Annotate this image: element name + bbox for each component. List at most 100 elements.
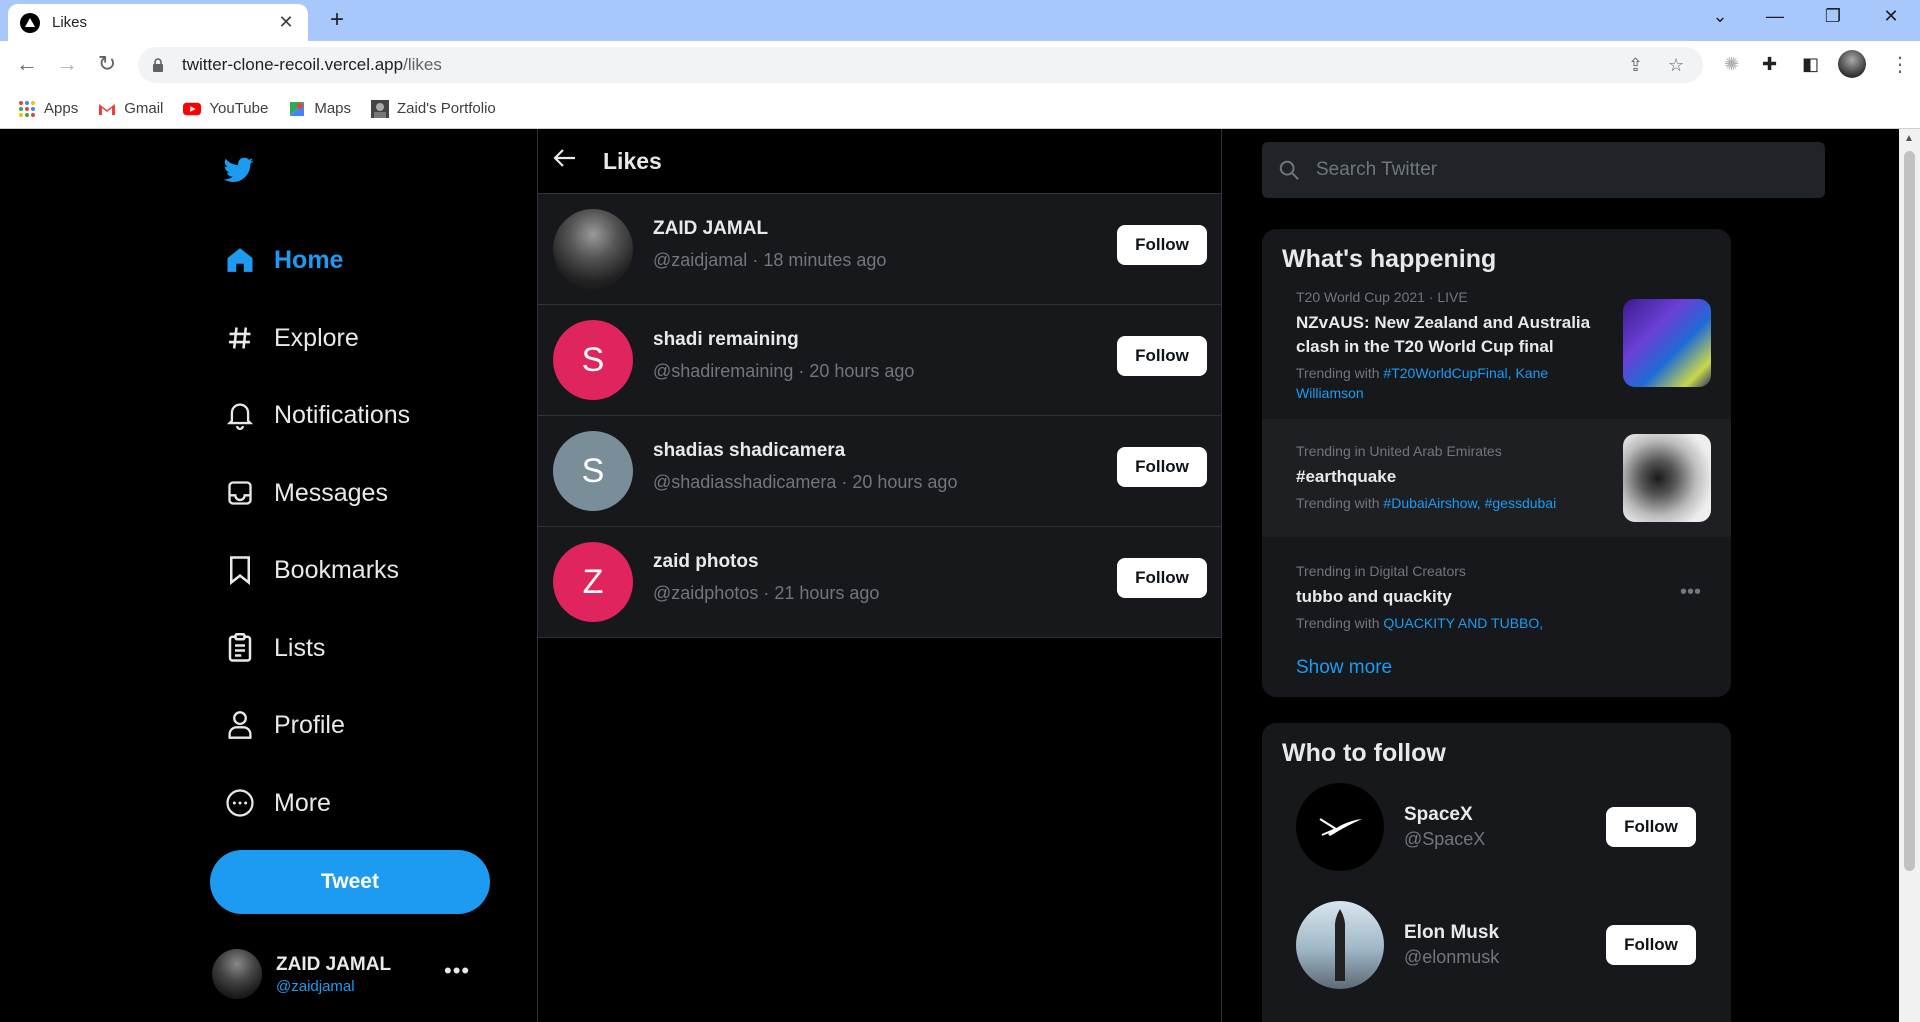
nav-item-notifications[interactable]: Notifications	[224, 399, 410, 431]
address-bar[interactable]: twitter-clone-recoil.vercel.app/likes ⇪ …	[138, 47, 1703, 83]
account-handle: @SpaceX	[1404, 829, 1486, 849]
bookmark-label: Gmail	[124, 100, 164, 117]
extension-icon[interactable]: ✺	[1724, 54, 1739, 75]
account-name: ZAID JAMAL	[276, 953, 392, 975]
more-circle-icon	[224, 787, 256, 819]
avatar	[1296, 901, 1384, 989]
reload-icon[interactable]: ↻	[92, 51, 122, 77]
tweet-button[interactable]: Tweet	[210, 850, 490, 914]
trend-item[interactable]: Trending in Digital Creators tubbo and q…	[1262, 545, 1731, 635]
maps-icon	[290, 101, 305, 116]
nav-item-more[interactable]: More	[224, 787, 331, 819]
avatar	[212, 949, 262, 999]
follow-button[interactable]: Follow	[1117, 447, 1207, 487]
new-tab-icon[interactable]: +	[322, 6, 352, 34]
account-switcher[interactable]: ZAID JAMAL @zaidjamal •••	[212, 946, 502, 1002]
home-icon	[224, 244, 256, 276]
portfolio-favicon-icon	[371, 99, 390, 118]
share-icon[interactable]: ⇪	[1628, 55, 1643, 76]
bookmark-label: Apps	[44, 100, 79, 117]
tab-strip: Likes ✕ + ⌄ — ❐ ✕	[0, 0, 1920, 41]
restore-icon[interactable]: ❐	[1818, 6, 1848, 27]
follow-button[interactable]: Follow	[1117, 225, 1207, 265]
twitter-bird-icon[interactable]	[224, 157, 254, 183]
nav-item-home[interactable]: Home	[224, 244, 343, 276]
trend-title: tubbo and quackity	[1296, 587, 1452, 606]
list-item[interactable]: SpaceX @SpaceX Follow	[1296, 783, 1716, 871]
follow-button[interactable]: Follow	[1606, 807, 1696, 847]
nav-item-explore[interactable]: Explore	[224, 322, 359, 354]
tab-search-icon[interactable]: ⌄	[1705, 6, 1735, 27]
window-close-icon[interactable]: ✕	[1876, 6, 1906, 27]
list-item[interactable]: S shadi remaining @shadiremaining · 20 h…	[538, 305, 1221, 416]
search-bar[interactable]	[1262, 142, 1825, 198]
follow-button[interactable]: Follow	[1117, 336, 1207, 376]
page-scrollbar[interactable]: ▲	[1899, 129, 1920, 1022]
trend-item[interactable]: T20 World Cup 2021 · LIVE NZvAUS: New Ze…	[1262, 289, 1731, 419]
likes-column: Likes ZAID JAMAL @zaidjamal · 18 minutes…	[537, 129, 1222, 1022]
show-more-link[interactable]: Show more	[1296, 657, 1392, 679]
tab-close-icon[interactable]: ✕	[276, 12, 296, 33]
follow-button[interactable]: Follow	[1117, 558, 1207, 598]
trend-item[interactable]: Trending in United Arab Emirates #earthq…	[1262, 419, 1731, 537]
panel-title: What's happening	[1282, 245, 1497, 273]
user-handle: @shadiasshadicamera	[653, 471, 837, 492]
avatar: S	[553, 431, 633, 511]
trend-with-label: Trending with	[1296, 615, 1384, 631]
forward-icon[interactable]: →	[52, 51, 82, 77]
t20-trophy-thumbnail	[1623, 299, 1711, 387]
star-icon[interactable]: ☆	[1668, 55, 1684, 76]
lock-icon	[153, 58, 163, 72]
account-name: SpaceX	[1404, 804, 1473, 825]
chrome-menu-icon[interactable]: ⋮	[1890, 52, 1910, 77]
nav-label: Notifications	[274, 400, 411, 429]
avatar: S	[553, 320, 633, 400]
back-arrow-icon[interactable]	[553, 147, 593, 175]
browser-tab[interactable]: Likes ✕	[8, 4, 308, 41]
nav-label: Lists	[274, 633, 326, 662]
side-panel-icon[interactable]: ◧	[1802, 54, 1819, 75]
search-input[interactable]	[1316, 159, 1796, 181]
bookmark-portfolio[interactable]: Zaid's Portfolio	[371, 99, 496, 118]
account-name: Elon Musk	[1404, 922, 1500, 943]
inbox-icon	[224, 477, 256, 509]
bookmarks-bar: Apps Gmail YouTube Maps Zaid's Portfolio	[0, 89, 1920, 129]
nav-item-messages[interactable]: Messages	[224, 477, 388, 509]
trend-tags[interactable]: QUACKITY AND TUBBO,	[1383, 615, 1543, 631]
bookmark-youtube[interactable]: YouTube	[183, 100, 268, 118]
follow-button[interactable]: Follow	[1606, 925, 1696, 965]
back-icon[interactable]: ←	[12, 51, 42, 77]
nav-item-lists[interactable]: Lists	[224, 632, 325, 664]
apps-grid-icon	[19, 100, 35, 117]
nav-label: Home	[274, 245, 344, 274]
nav-item-bookmarks[interactable]: Bookmarks	[224, 554, 399, 586]
ellipsis-icon[interactable]: •••	[1680, 581, 1701, 604]
twitter-app: Home Explore Notifications Messages Book…	[0, 129, 1920, 1022]
list-item[interactable]: S shadias shadicamera @shadiasshadicamer…	[538, 416, 1221, 527]
user-handle: @zaidphotos	[653, 582, 759, 603]
bookmark-apps[interactable]: Apps	[18, 100, 78, 118]
minimize-icon[interactable]: —	[1760, 6, 1790, 27]
bookmark-gmail[interactable]: Gmail	[98, 100, 163, 118]
bell-icon	[224, 399, 256, 431]
who-to-follow-panel: Who to follow SpaceX @SpaceX Follow Elon…	[1262, 723, 1731, 1022]
scroll-up-icon[interactable]: ▲	[1904, 133, 1914, 144]
ellipsis-icon[interactable]: •••	[444, 958, 470, 984]
nav-item-profile[interactable]: Profile	[224, 709, 345, 741]
vercel-favicon-icon	[20, 12, 40, 33]
trend-with-label: Trending with	[1296, 495, 1384, 511]
earthquake-thumbnail	[1623, 434, 1711, 522]
list-item[interactable]: Elon Musk @elonmusk Follow	[1296, 901, 1716, 989]
puzzle-icon[interactable]: ✚	[1762, 54, 1777, 75]
bookmark-maps[interactable]: Maps	[288, 100, 351, 118]
browser-chrome: Likes ✕ + ⌄ — ❐ ✕ ← → ↻ twitter-clone-re…	[0, 0, 1920, 129]
url-path: /likes	[403, 55, 442, 74]
list-item[interactable]: Z zaid photos @zaidphotos · 21 hours ago…	[538, 527, 1221, 638]
trend-tags[interactable]: #DubaiAirshow, #gessdubai	[1383, 495, 1556, 511]
scroll-thumb[interactable]	[1904, 151, 1915, 871]
bookmark-icon	[224, 554, 256, 586]
bookmark-label: Maps	[314, 100, 352, 117]
browser-toolbar: ← → ↻ twitter-clone-recoil.vercel.app/li…	[0, 41, 1920, 89]
list-item[interactable]: ZAID JAMAL @zaidjamal · 18 minutes ago F…	[538, 194, 1221, 305]
chrome-profile-avatar[interactable]	[1838, 50, 1866, 78]
